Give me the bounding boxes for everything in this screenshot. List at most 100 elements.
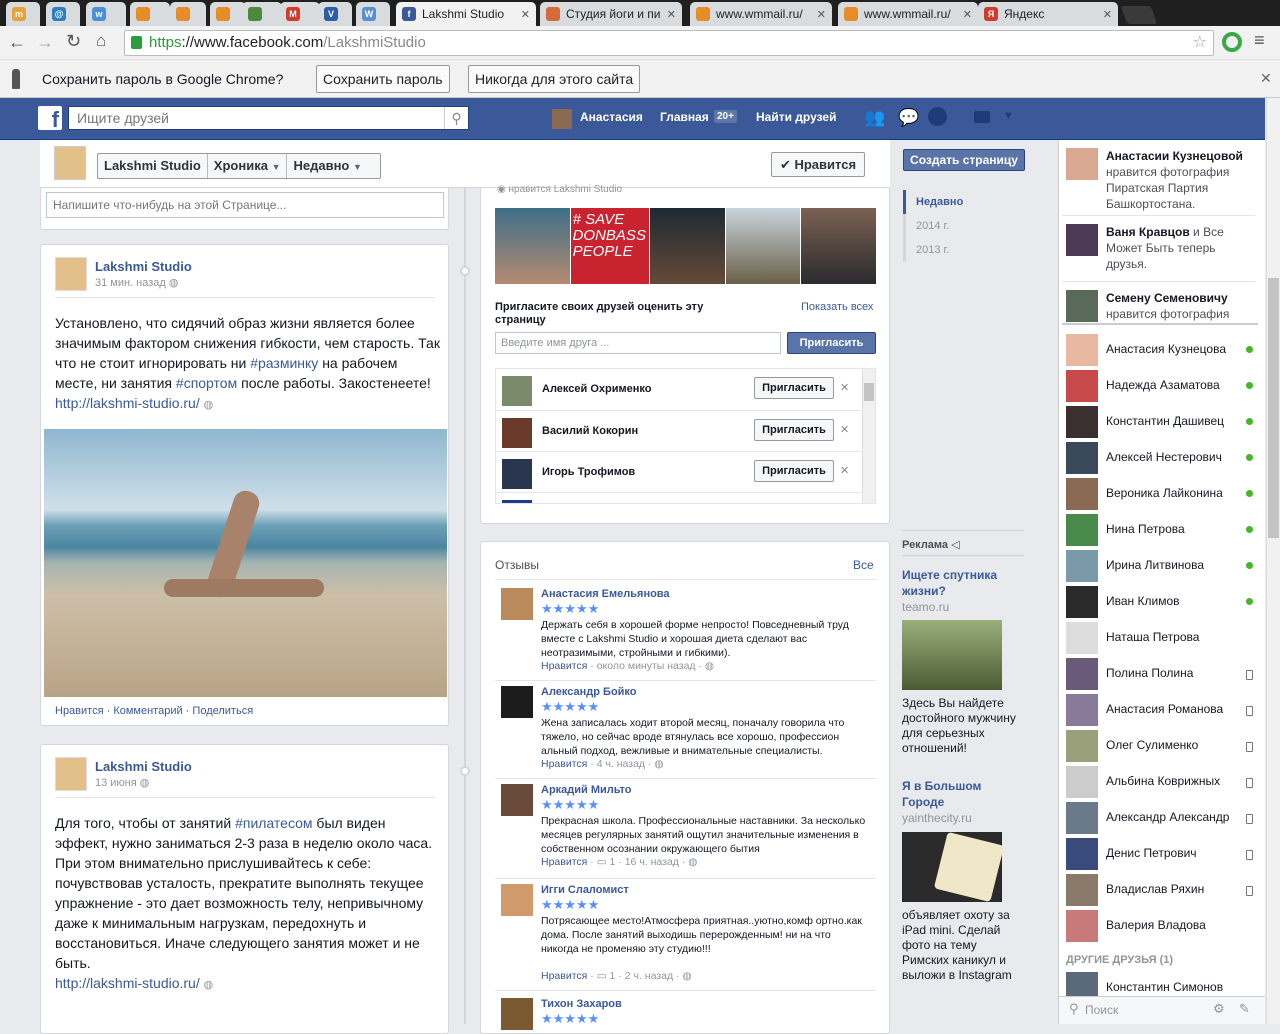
browser-tab[interactable]: f Lakshmi Studio ✕: [396, 2, 536, 26]
invite-friend-button[interactable]: Пригласить: [754, 419, 834, 441]
close-infobar-icon[interactable]: ✕: [1260, 70, 1272, 87]
ticker-item[interactable]: Анастасии Кузнецовой нравится фотография…: [1062, 144, 1255, 216]
composer-input[interactable]: Напишите что-нибудь на этой Странице...: [46, 192, 444, 218]
chat-friend[interactable]: Надежда Азаматова: [1062, 368, 1257, 404]
review-time[interactable]: 4 ч. назад: [597, 758, 645, 770]
chat-friend[interactable]: Олег Сулименко: [1062, 728, 1257, 764]
post-author-link[interactable]: Lakshmi Studio: [95, 759, 192, 774]
page-avatar[interactable]: [54, 146, 86, 180]
review-time[interactable]: около минуты назад: [597, 660, 696, 672]
post-author-link[interactable]: Lakshmi Studio: [95, 259, 192, 274]
hashtag-link[interactable]: #спортом: [176, 375, 237, 391]
reload-icon[interactable]: ↻: [66, 31, 81, 52]
chat-friend[interactable]: Константин Дашивец: [1062, 404, 1257, 440]
chat-friend[interactable]: Денис Петрович: [1062, 836, 1257, 872]
chat-friend[interactable]: Альбина Коврижных: [1062, 764, 1257, 800]
close-tab-icon[interactable]: ✕: [817, 8, 826, 21]
bookmark-star-icon[interactable]: ☆: [1193, 31, 1207, 55]
scroll-thumb[interactable]: [1268, 278, 1279, 538]
comment-link[interactable]: Комментарий: [113, 705, 182, 717]
share-link[interactable]: Поделиться: [192, 705, 253, 717]
review-like-link[interactable]: Нравится: [541, 758, 587, 770]
close-tab-icon[interactable]: ✕: [667, 8, 676, 21]
new-message-icon[interactable]: ✎: [1239, 1001, 1250, 1017]
review-like-link[interactable]: Нравится: [541, 970, 587, 982]
browser-tab[interactable]: m: [6, 2, 40, 26]
save-password-button[interactable]: Сохранить пароль: [316, 65, 450, 93]
timeline-year-link[interactable]: 2013 г.: [903, 238, 1025, 262]
like-page-button[interactable]: ✔ Нравится: [771, 152, 865, 177]
privacy-icon[interactable]: [974, 111, 990, 123]
chat-friend[interactable]: Вероника Лайконина: [1062, 476, 1257, 512]
review-like-link[interactable]: Нравится: [541, 660, 587, 672]
comment-count[interactable]: 1: [610, 856, 616, 868]
ticker-item[interactable]: Семену Семеновичу нравится фотография Ki…: [1062, 286, 1255, 322]
post-url-link[interactable]: http://lakshmi-studio.ru/: [55, 395, 200, 411]
browser-tab[interactable]: [130, 2, 170, 26]
browser-tab[interactable]: Студия йоги и пи ✕: [540, 2, 682, 26]
browser-tab[interactable]: www.wmmail.ru/ ✕: [690, 2, 832, 26]
back-icon[interactable]: ←: [8, 32, 26, 53]
liker-photo[interactable]: # SAVE DONBASS PEOPLE: [570, 208, 650, 284]
chat-friend[interactable]: Александр Александр: [1062, 800, 1257, 836]
chat-friend[interactable]: Анастасия Кузнецова: [1062, 332, 1257, 368]
page-scrollbar[interactable]: [1266, 98, 1280, 1024]
like-link[interactable]: Нравится: [55, 705, 104, 717]
post-url-link[interactable]: http://lakshmi-studio.ru/: [55, 975, 200, 991]
reviewer-name[interactable]: Аркадий Мильто: [541, 784, 632, 796]
chat-settings-icon[interactable]: ⚙: [1213, 1001, 1225, 1017]
close-tab-icon[interactable]: ✕: [1103, 8, 1112, 21]
user-avatar[interactable]: [552, 109, 572, 129]
reviewer-avatar[interactable]: [501, 884, 533, 916]
close-tab-icon[interactable]: ✕: [963, 8, 972, 21]
menu-icon[interactable]: ≡: [1254, 30, 1265, 51]
browser-tab[interactable]: [242, 2, 282, 26]
liker-photo[interactable]: [801, 208, 876, 284]
post-author-avatar[interactable]: [55, 757, 87, 791]
browser-tab[interactable]: [210, 2, 246, 26]
liker-photo[interactable]: [650, 208, 725, 284]
review-time[interactable]: 16 ч. назад: [625, 856, 679, 868]
browser-tab[interactable]: [170, 2, 206, 26]
scroll-thumb[interactable]: [864, 383, 874, 401]
ad-title-link[interactable]: Ищете спутника жизни?: [902, 567, 1022, 599]
find-friends-link[interactable]: Найти друзей: [756, 110, 836, 124]
reviewer-avatar[interactable]: [501, 588, 533, 620]
browser-tab[interactable]: www.wmmail.ru/ ✕: [838, 2, 978, 26]
post-time[interactable]: 31 мин. назад ◍: [95, 276, 179, 289]
invite-friend-button[interactable]: Пригласить: [754, 377, 834, 399]
timeline-dropdown[interactable]: Хроника ▼: [208, 154, 288, 178]
reviewer-avatar[interactable]: [501, 784, 533, 816]
hashtag-link[interactable]: #пилатесом: [235, 815, 312, 831]
ticker-item[interactable]: Ваня Кравцов и Все Может Быть теперь дру…: [1062, 220, 1255, 282]
ad-image[interactable]: [902, 620, 1002, 690]
dismiss-icon[interactable]: ✕: [840, 423, 849, 436]
browser-tab[interactable]: w: [86, 2, 126, 26]
chat-friend[interactable]: Нина Петрова: [1062, 512, 1257, 548]
reviewer-name[interactable]: Александр Бойко: [541, 686, 637, 698]
never-save-button[interactable]: Никогда для этого сайта: [468, 65, 641, 93]
account-dropdown-icon[interactable]: ▼: [1003, 110, 1014, 122]
chat-friend[interactable]: Иван Климов: [1062, 584, 1257, 620]
recent-dropdown[interactable]: Недавно ▼: [287, 154, 367, 178]
liker-photo[interactable]: [725, 208, 801, 284]
browser-tab[interactable]: @: [46, 2, 80, 26]
chat-friend[interactable]: Анастасия Романова: [1062, 692, 1257, 728]
liker-photo[interactable]: [495, 208, 570, 284]
page-name-button[interactable]: Lakshmi Studio: [98, 154, 208, 178]
extension-icon[interactable]: [1222, 32, 1242, 52]
forward-icon[interactable]: →: [36, 32, 54, 53]
browser-tab[interactable]: V: [318, 2, 352, 26]
timeline-recent-link[interactable]: Недавно: [903, 190, 1025, 214]
chat-friend[interactable]: Алексей Нестерович: [1062, 440, 1257, 476]
browser-tab[interactable]: W: [356, 2, 390, 26]
post-author-avatar[interactable]: [55, 257, 87, 291]
chat-friend[interactable]: Валерия Владова: [1062, 908, 1257, 944]
chat-search-input[interactable]: Поиск: [1085, 1003, 1118, 1017]
reviewer-avatar[interactable]: [501, 998, 533, 1030]
dismiss-icon[interactable]: ✕: [840, 381, 849, 394]
invite-button[interactable]: Пригласить: [787, 332, 876, 354]
notifications-icon[interactable]: [928, 107, 947, 126]
chat-friend[interactable]: Владислав Ряхин: [1062, 872, 1257, 908]
timeline-year-link[interactable]: 2014 г.: [903, 214, 1025, 238]
